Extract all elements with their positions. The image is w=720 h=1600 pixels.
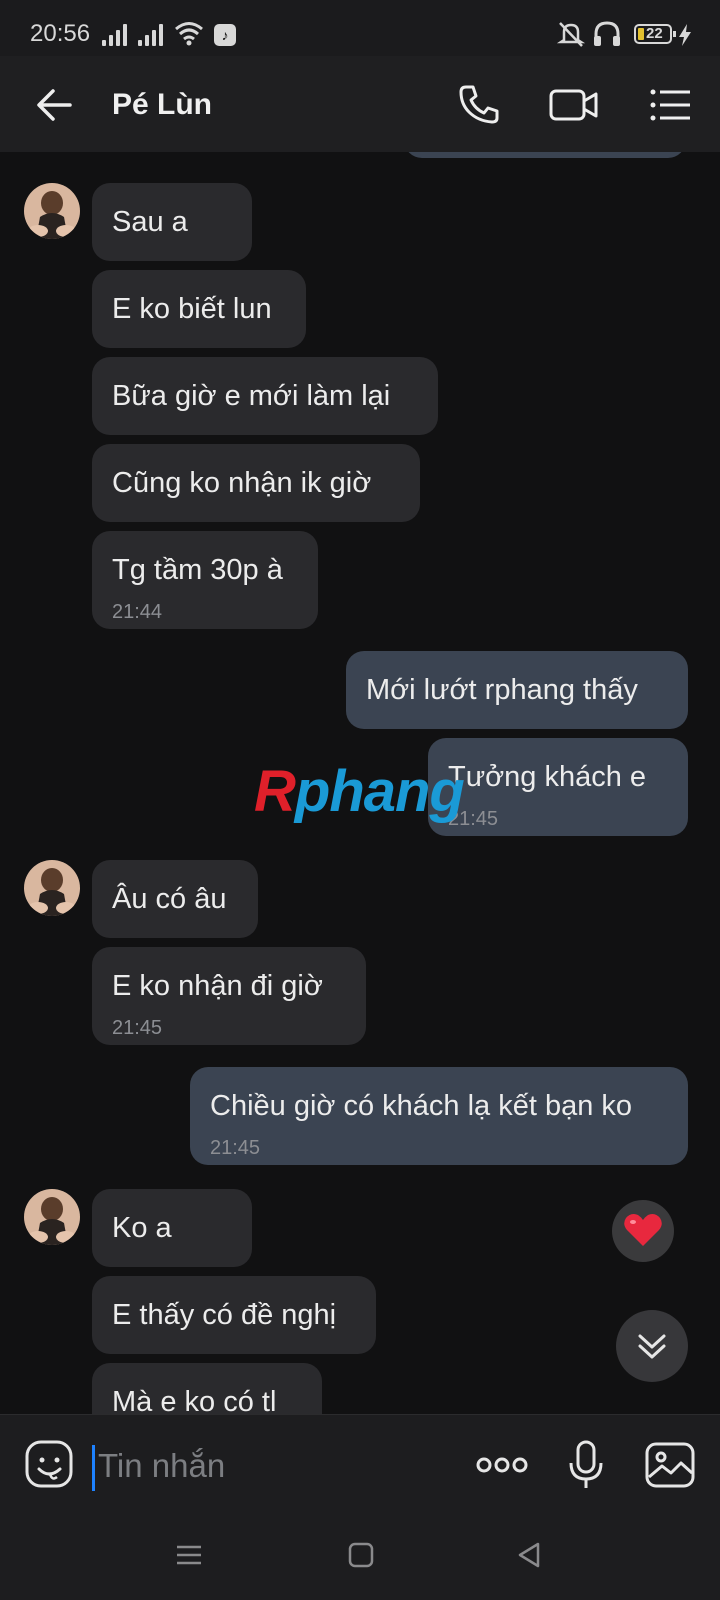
message-bubble[interactable]: Cũng ko nhận ik giờ <box>92 444 420 522</box>
signal-icon <box>138 22 166 46</box>
message-text: Mới lướt rphang thấy <box>366 674 638 706</box>
back-icon[interactable] <box>514 1540 544 1570</box>
system-navigation-bar <box>0 1514 720 1600</box>
message-text: Mà e ko có tl <box>112 1386 277 1414</box>
message-bubble[interactable]: Âu có âu <box>92 860 258 938</box>
chat-header: Pé Lùn <box>0 56 720 152</box>
contact-avatar[interactable] <box>24 183 80 239</box>
message-list[interactable]: Sau a E ko biết lun Bữa giờ e mới làm lạ… <box>0 152 720 1414</box>
message-text: Tg tầm 30p à <box>112 554 283 586</box>
contact-name[interactable]: Pé Lùn <box>112 88 212 122</box>
menu-list-icon[interactable] <box>648 82 694 128</box>
message-text: Ko a <box>112 1212 172 1244</box>
message-bubble[interactable]: Sau a <box>92 183 252 261</box>
message-bubble-partial[interactable] <box>404 152 686 158</box>
message-text: E thấy có đề nghị <box>112 1299 337 1331</box>
status-bar: 20:56 ♪ 22 <box>0 0 720 56</box>
microphone-icon[interactable] <box>560 1439 612 1491</box>
phone-icon[interactable] <box>456 82 502 128</box>
heart-icon <box>624 1214 662 1246</box>
status-time: 20:56 <box>30 20 91 47</box>
headphones-icon <box>594 21 620 46</box>
message-text: Sau a <box>112 206 188 238</box>
video-call-icon[interactable] <box>548 82 600 128</box>
reaction-button[interactable] <box>612 1200 674 1262</box>
text-caret <box>92 1445 95 1491</box>
home-icon[interactable] <box>346 1540 376 1570</box>
mute-icon <box>556 22 586 47</box>
contact-avatar[interactable] <box>24 1189 80 1245</box>
charging-icon <box>679 24 691 46</box>
message-text: E ko nhận đi giờ <box>112 970 323 1002</box>
message-bubble[interactable]: E thấy có đề nghị <box>92 1276 376 1354</box>
message-text: Âu có âu <box>112 883 227 915</box>
message-bubble[interactable]: Mới lướt rphang thấy <box>346 651 688 729</box>
message-bubble[interactable]: E ko nhận đi giờ 21:45 <box>92 947 366 1045</box>
signal-icon <box>102 22 130 46</box>
message-time: 21:44 <box>112 601 163 623</box>
message-text: Tưởng khách e <box>448 761 647 793</box>
battery-icon: 22 <box>634 24 676 44</box>
battery-level: 22 <box>646 25 663 42</box>
contact-avatar[interactable] <box>24 860 80 916</box>
message-bubble[interactable]: E ko biết lun <box>92 270 306 348</box>
message-bubble[interactable]: Ko a <box>92 1189 252 1267</box>
sticker-emoji-icon[interactable] <box>24 1439 76 1491</box>
message-bubble[interactable]: Chiều giờ có khách lạ kết bạn ko 21:45 <box>190 1067 688 1165</box>
message-time: 21:45 <box>112 1017 163 1039</box>
recent-apps-icon[interactable] <box>174 1540 204 1570</box>
message-bubble[interactable]: Tg tầm 30p à 21:44 <box>92 531 318 629</box>
message-bubble[interactable]: Tưởng khách e 21:45 <box>428 738 688 836</box>
image-gallery-icon[interactable] <box>644 1439 696 1491</box>
tiktok-icon: ♪ <box>214 24 236 46</box>
message-text: Cũng ko nhận ik giờ <box>112 467 372 499</box>
more-options-icon[interactable] <box>474 1439 530 1491</box>
scroll-to-bottom-button[interactable] <box>616 1310 688 1382</box>
watermark-logo: Rphang <box>254 759 465 824</box>
back-arrow-icon[interactable] <box>34 84 76 126</box>
double-chevron-down-icon <box>638 1334 666 1359</box>
message-bubble[interactable]: Mà e ko có tl <box>92 1363 322 1414</box>
wifi-icon <box>175 22 203 46</box>
message-text: E ko biết lun <box>112 293 272 325</box>
message-text: Chiều giờ có khách lạ kết bạn ko <box>210 1090 633 1122</box>
message-input-bar: Tin nhắn <box>0 1414 720 1515</box>
message-time: 21:45 <box>210 1137 261 1159</box>
message-bubble[interactable]: Bữa giờ e mới làm lại <box>92 357 438 435</box>
message-input-placeholder[interactable]: Tin nhắn <box>98 1447 225 1485</box>
message-text: Bữa giờ e mới làm lại <box>112 380 391 412</box>
